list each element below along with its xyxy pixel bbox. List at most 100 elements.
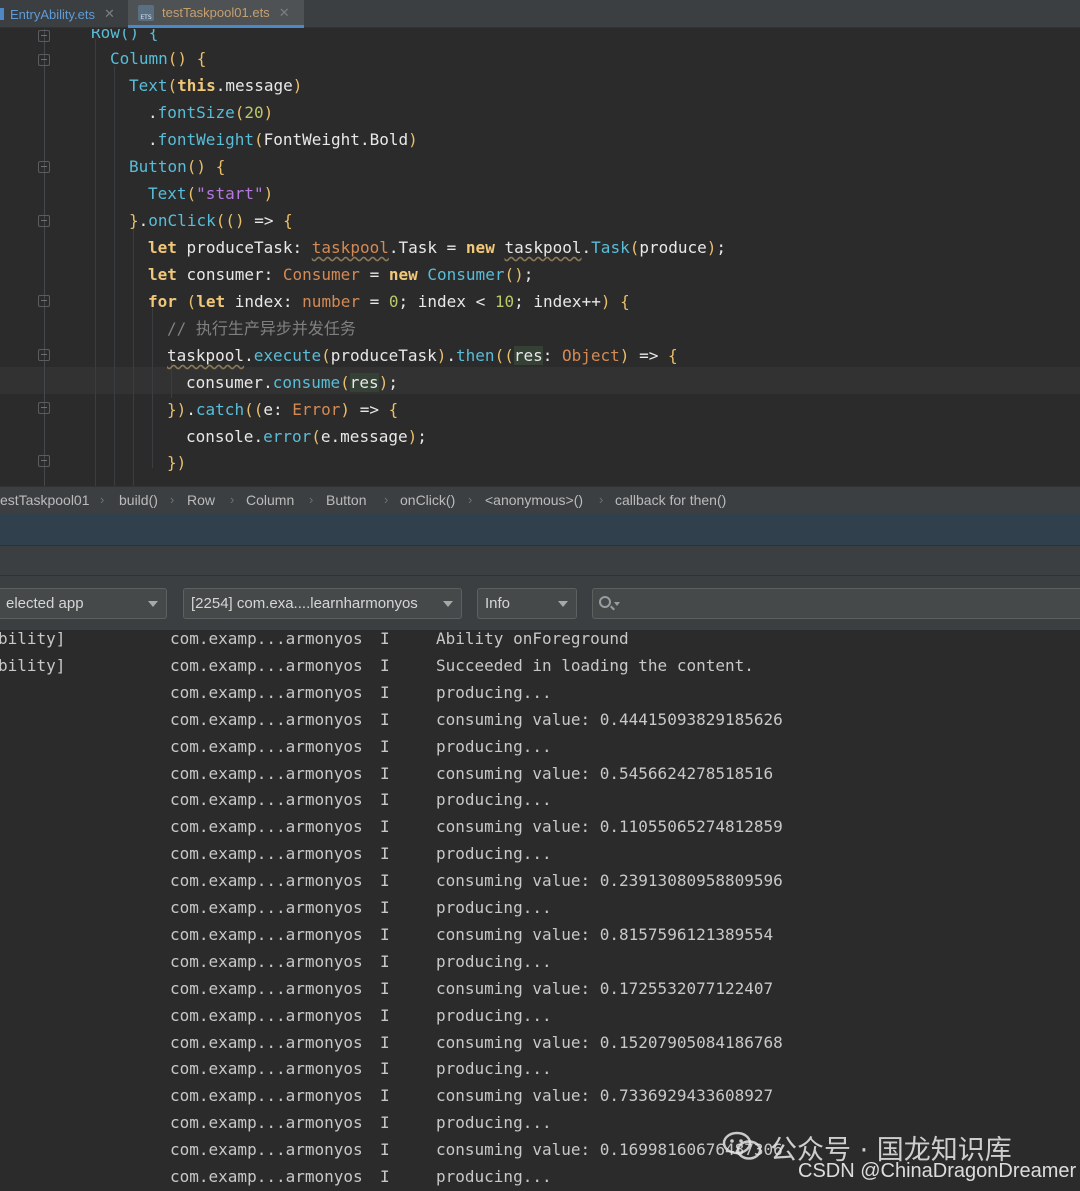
log-package: com.examp...armonyos (170, 682, 363, 702)
code-line: Text("start") (148, 184, 274, 203)
log-package: com.examp...armonyos (170, 630, 363, 648)
code-line: .fontWeight(FontWeight.Bold) (148, 130, 418, 149)
fold-icon[interactable] (38, 455, 50, 467)
fold-icon[interactable] (38, 349, 50, 361)
code-line: Text(this.message) (129, 76, 303, 95)
tab-label: testTaskpool01.ets (162, 5, 270, 20)
log-package: com.examp...armonyos (170, 1086, 363, 1106)
file-marker-icon (0, 8, 4, 20)
log-level: I (380, 763, 390, 783)
log-row: com.examp...armonyos Iconsuming value: 0.… (0, 813, 1080, 840)
log-level: I (380, 951, 390, 971)
log-message: consuming value: 0.11055065274812859 (436, 817, 783, 837)
breadcrumb-item[interactable]: Row (187, 492, 215, 508)
tool-window-header (0, 545, 1080, 576)
close-icon[interactable]: ✕ (104, 6, 115, 22)
close-icon[interactable]: ✕ (279, 5, 290, 21)
log-package: com.examp...armonyos (170, 871, 363, 891)
log-package: com.examp...armonyos (170, 709, 363, 729)
indent-guide (152, 308, 153, 468)
ets-file-icon: ETS (138, 4, 154, 21)
breadcrumb-item[interactable]: estTaskpool01 (0, 492, 90, 508)
log-row: com.examp...armonyos Iproducing... (0, 733, 1080, 760)
breadcrumb-item[interactable]: Column (246, 492, 294, 508)
code-line: .fontSize(20) (148, 103, 274, 122)
log-level: I (380, 655, 390, 675)
log-package: com.examp...armonyos (170, 1167, 363, 1186)
code-line: Row() { (91, 29, 159, 42)
code-comment: // 执行生产异步并发任务 (167, 319, 356, 338)
log-message: consuming value: 0.15207905084186768 (436, 1032, 783, 1052)
breadcrumb-separator-icon: › (468, 492, 473, 507)
breadcrumb-separator-icon: › (599, 492, 604, 507)
fold-icon[interactable] (38, 30, 50, 42)
log-tag: bility] (0, 630, 66, 648)
tool-window-strip (0, 514, 1080, 545)
code-line: let consumer: Consumer = new Consumer(); (148, 265, 534, 284)
log-package: com.examp...armonyos (170, 1113, 363, 1133)
breadcrumb-item[interactable]: <anonymous>() (485, 492, 583, 508)
log-row: com.examp...armonyos Iproducing... (0, 1002, 1080, 1029)
fold-icon[interactable] (38, 54, 50, 66)
log-level-select[interactable]: Info (477, 588, 577, 619)
log-level: I (380, 1086, 390, 1106)
log-output[interactable]: bility] com.examp...armonyos I Ability onFo… (0, 630, 1080, 1191)
log-search[interactable] (592, 588, 1080, 619)
log-package: com.examp...armonyos (170, 978, 363, 998)
breadcrumb-item[interactable]: callback for then() (615, 492, 726, 508)
log-package: com.examp...armonyos (170, 736, 363, 756)
indent-guide (95, 39, 96, 486)
fold-icon[interactable] (38, 295, 50, 307)
log-level: I (380, 1167, 390, 1186)
log-level: I (380, 1032, 390, 1052)
search-icon[interactable] (599, 596, 611, 608)
tab-testtaskpool01[interactable]: ETS testTaskpool01.ets ✕ (128, 0, 304, 28)
log-message: consuming value: 0.5456624278518516 (436, 763, 774, 783)
log-message: consuming value: 0.23913080958809596 (436, 871, 783, 891)
wechat-logo-icon (722, 1131, 762, 1160)
log-package: com.examp...armonyos (170, 1140, 363, 1160)
code-line: console.error(e.message); (186, 427, 427, 446)
chevron-down-icon (148, 601, 158, 607)
log-level: I (380, 844, 390, 864)
log-toolbar: elected app [2254] com.exa....learnharmo… (0, 576, 1080, 630)
log-row: com.examp...armonyos Iconsuming value: 0.… (0, 1082, 1080, 1109)
fold-icon[interactable] (38, 402, 50, 414)
breadcrumb-separator-icon: › (170, 492, 175, 507)
log-package: com.examp...armonyos (170, 951, 363, 971)
breadcrumb-item[interactable]: build() (119, 492, 158, 508)
search-input[interactable] (621, 591, 1080, 616)
log-row: com.examp...armonyos Iconsuming value: 0.… (0, 760, 1080, 787)
log-package: com.examp...armonyos (170, 1059, 363, 1079)
log-message: Ability onForeground (436, 630, 629, 648)
tab-entryability[interactable]: EntryAbility.ets ✕ (0, 0, 125, 28)
code-editor[interactable]: Row() { Column() { Text(this.message) .f… (0, 29, 1080, 486)
log-message: producing... (436, 790, 552, 810)
breadcrumb-separator-icon: › (384, 492, 389, 507)
log-row: com.examp...armonyos Iproducing... (0, 948, 1080, 975)
log-message: producing... (436, 1005, 552, 1025)
log-level: I (380, 978, 390, 998)
log-package: com.examp...armonyos (170, 790, 363, 810)
log-package: com.examp...armonyos (170, 763, 363, 783)
breadcrumb-item[interactable]: Button (326, 492, 366, 508)
fold-icon[interactable] (38, 215, 50, 227)
log-row: com.examp...armonyos Iconsuming value: 0.… (0, 975, 1080, 1002)
process-select[interactable]: [2254] com.exa....learnharmonyos (183, 588, 462, 619)
log-package: com.examp...armonyos (170, 1032, 363, 1052)
log-message: producing... (436, 951, 552, 971)
fold-icon[interactable] (38, 161, 50, 173)
breadcrumb-separator-icon: › (309, 492, 314, 507)
breadcrumb-item[interactable]: onClick() (400, 492, 455, 508)
chevron-down-icon[interactable] (614, 602, 620, 606)
log-package: com.examp...armonyos (170, 817, 363, 837)
code-line: }) (167, 453, 187, 472)
log-level: I (380, 817, 390, 837)
log-message: producing... (436, 1059, 552, 1079)
log-row: com.examp...armonyos Iconsuming value: 0.… (0, 1029, 1080, 1056)
code-line: consumer.consume(res); (186, 373, 398, 392)
app-select-value: elected app (6, 595, 84, 612)
chevron-down-icon (558, 601, 568, 607)
log-row: bility] com.examp...armonyos I Succeeded in… (0, 652, 1080, 679)
app-select[interactable]: elected app (0, 588, 167, 619)
